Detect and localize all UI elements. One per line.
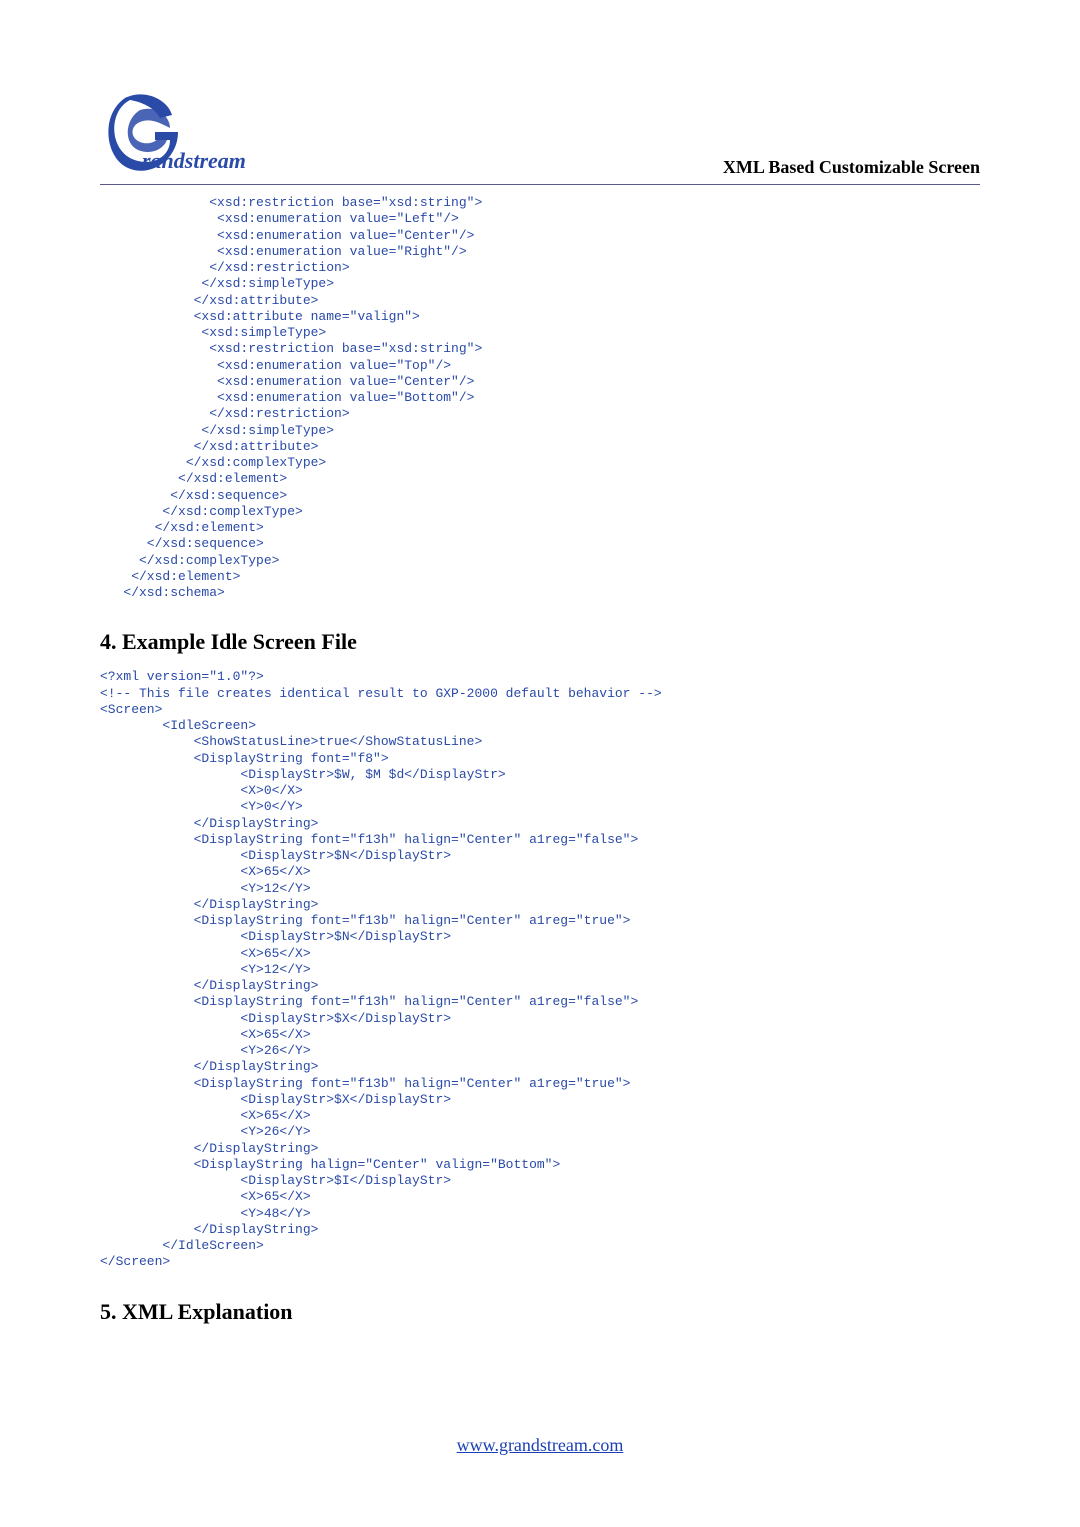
section-4-heading: 4. Example Idle Screen File: [100, 629, 980, 655]
page-footer: www.grandstream.com: [100, 1435, 980, 1456]
header-title: XML Based Customizable Screen: [723, 157, 980, 180]
xsd-code-block: <xsd:restriction base="xsd:string"> <xsd…: [100, 195, 980, 601]
grandstream-logo: randstream: [100, 90, 280, 180]
svg-text:randstream: randstream: [142, 148, 246, 173]
section-5-heading: 5. XML Explanation: [100, 1299, 980, 1325]
page-header: randstream XML Based Customizable Screen: [100, 90, 980, 185]
footer-link[interactable]: www.grandstream.com: [457, 1435, 624, 1455]
example-xml-code-block: <?xml version="1.0"?> <!-- This file cre…: [100, 669, 980, 1270]
